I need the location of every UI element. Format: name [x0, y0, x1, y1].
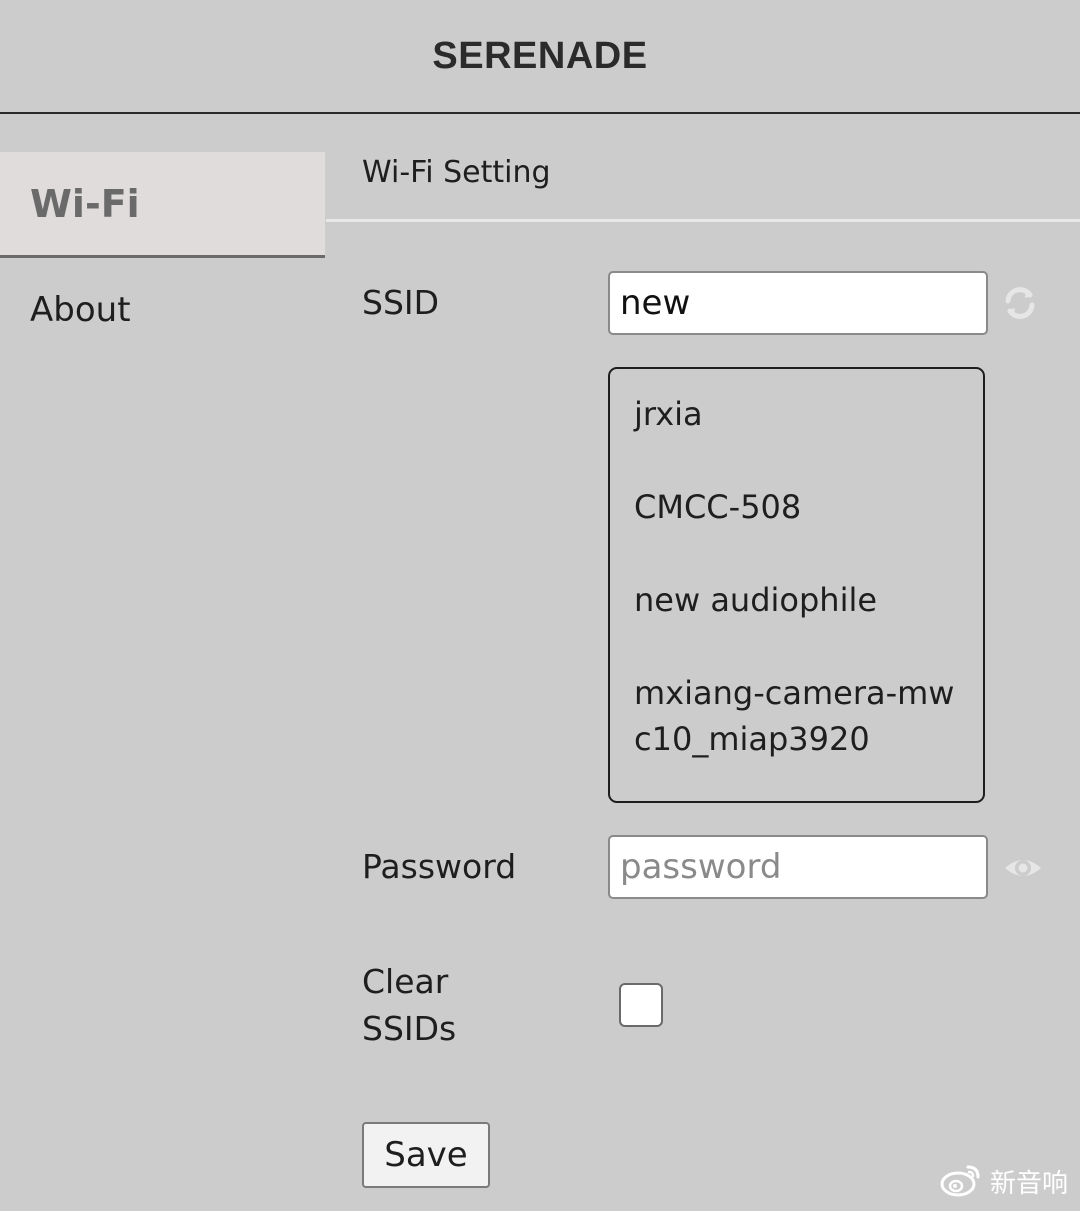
- ssid-list: jrxia CMCC-508 new audiophile mxiang-cam…: [608, 367, 985, 803]
- ssid-input[interactable]: [608, 271, 988, 335]
- watermark-text: 新音响: [989, 1168, 1068, 1199]
- password-input[interactable]: [608, 835, 988, 899]
- save-button[interactable]: Save: [362, 1122, 490, 1188]
- ssid-option[interactable]: mxiang-camera-mwc10_miap3920: [634, 670, 959, 762]
- weibo-logo-icon: [940, 1161, 984, 1201]
- sidebar-item-wifi[interactable]: Wi-Fi: [0, 152, 325, 258]
- ssid-option[interactable]: jrxia: [634, 391, 959, 437]
- ssid-option[interactable]: CMCC-508: [634, 484, 959, 530]
- clear-ssids-checkbox[interactable]: [619, 983, 663, 1027]
- clear-ssids-label-line2: SSIDs: [362, 1009, 457, 1048]
- watermark: 新音响: [940, 1161, 1068, 1201]
- app-title: SERENADE: [432, 34, 648, 77]
- section-title: Wi-Fi Setting: [362, 155, 551, 190]
- sidebar-item-about[interactable]: About: [0, 260, 325, 360]
- eye-icon[interactable]: [1001, 846, 1045, 890]
- clear-ssids-label-line1: Clear: [362, 962, 449, 1001]
- ssid-label: SSID: [362, 283, 440, 322]
- refresh-icon[interactable]: [998, 281, 1042, 325]
- sidebar-item-label: Wi-Fi: [30, 181, 140, 226]
- password-label: Password: [362, 847, 517, 886]
- sidebar-item-label: About: [30, 290, 131, 330]
- ssid-option[interactable]: new audiophile: [634, 577, 959, 623]
- app-header: SERENADE: [0, 0, 1080, 114]
- section-divider: [326, 219, 1080, 222]
